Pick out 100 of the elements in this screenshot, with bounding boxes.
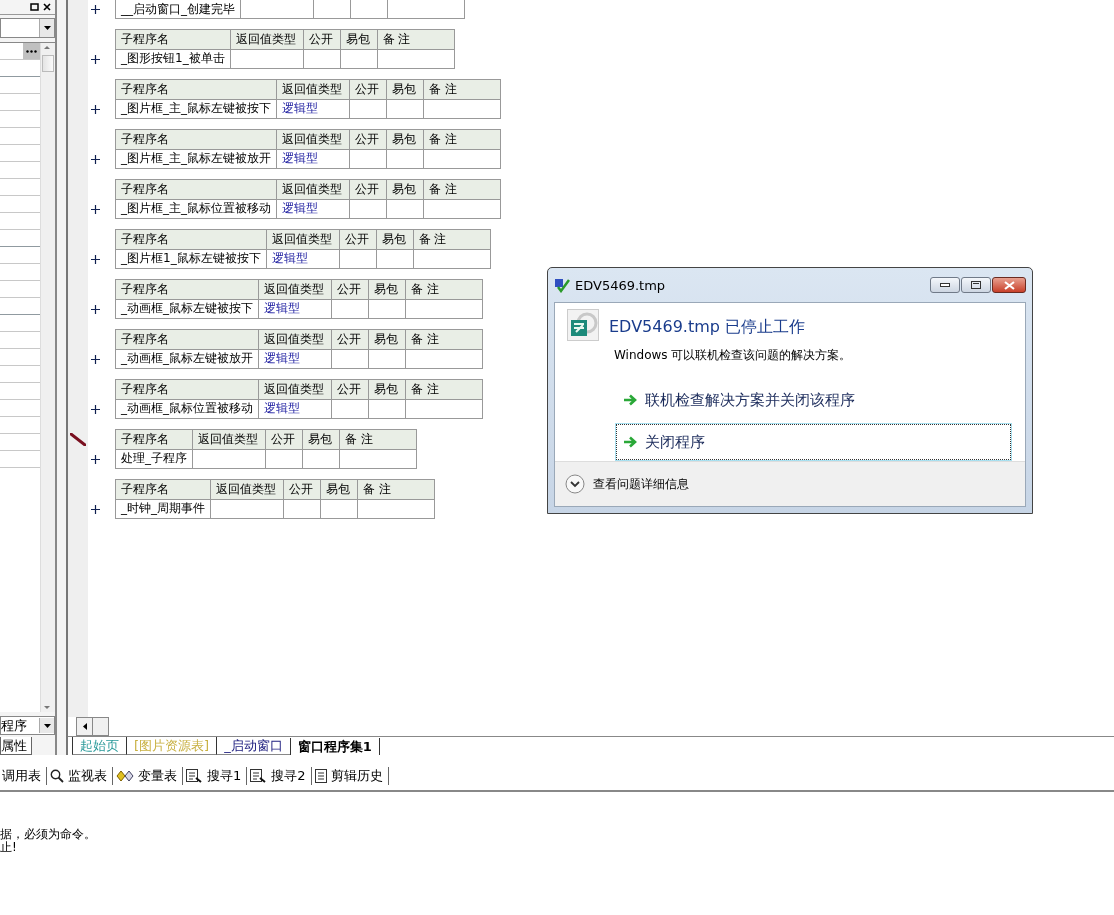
selector-dropdown[interactable]: 程序: [0, 716, 55, 735]
properties-tab[interactable]: 属性: [0, 737, 32, 755]
table-cell: _图片框_主_鼠标位置被移动: [115, 199, 277, 219]
editor-tab[interactable]: _启动窗口: [216, 737, 290, 755]
details-link[interactable]: 查看问题详细信息: [593, 475, 689, 493]
expand-icon[interactable]: [91, 454, 100, 464]
arrow-icon: [623, 436, 637, 448]
table-cell: _动画框_鼠标左键被按下: [115, 299, 259, 319]
table-cell: 逻辑型: [276, 149, 350, 169]
close-icon[interactable]: [42, 2, 52, 12]
table-cell: _图形按钮1_被单击: [115, 49, 231, 69]
column-header: 返回值类型: [258, 329, 332, 349]
column-header: 易包: [386, 79, 424, 99]
column-header: 备 注: [423, 79, 501, 99]
close-button[interactable]: [992, 277, 1026, 293]
expand-icon[interactable]: [91, 54, 100, 64]
toolbar-button[interactable]: 监视表: [47, 767, 113, 785]
column-header: 返回值类型: [266, 229, 340, 249]
column-header: 易包: [302, 429, 340, 449]
table-cell: 逻辑型: [258, 349, 332, 369]
expand-icon[interactable]: [91, 304, 100, 314]
app-icon: [567, 309, 599, 341]
column-header: 备 注: [377, 29, 455, 49]
column-header: 公开: [331, 279, 369, 299]
column-header: 返回值类型: [192, 429, 266, 449]
editor-tab[interactable]: 起始页: [72, 737, 126, 755]
expand-icon[interactable]: [91, 204, 100, 214]
column-header: 子程序名: [115, 329, 259, 349]
column-header: 子程序名: [115, 129, 277, 149]
expand-icon[interactable]: [91, 354, 100, 364]
search-icon: [50, 769, 64, 783]
find-icon: [186, 769, 203, 783]
column-header: 易包: [376, 229, 414, 249]
column-header: 公开: [339, 229, 377, 249]
left-arrow-icon[interactable]: [82, 723, 87, 730]
column-header: 返回值类型: [276, 129, 350, 149]
app-small-icon: [554, 277, 570, 293]
table-cell: _动画框_鼠标位置被移动: [115, 399, 259, 419]
scrollbar[interactable]: [40, 43, 55, 712]
command-link[interactable]: 关闭程序: [616, 424, 1011, 460]
expand-icon[interactable]: [91, 104, 100, 114]
table-cell: _图片框_主_鼠标左键被按下: [115, 99, 277, 119]
horizontal-scrollbar[interactable]: [76, 717, 109, 736]
expand-icon[interactable]: [91, 254, 100, 264]
toolbar-button[interactable]: 搜寻1: [183, 767, 248, 785]
maximize-button[interactable]: [961, 277, 991, 293]
toolbar-button[interactable]: 剪辑历史: [311, 767, 389, 785]
minimize-button[interactable]: [930, 277, 960, 293]
scroll-thumb[interactable]: [42, 55, 54, 72]
expand-icon[interactable]: [91, 4, 100, 14]
dropdown-arrow-icon: [43, 723, 51, 728]
column-header: 公开: [349, 179, 387, 199]
table-cell: 处理_子程序: [115, 449, 193, 469]
column-header: 易包: [320, 479, 358, 499]
editor-tab[interactable]: 窗口程序集1: [289, 738, 380, 755]
column-header: 备 注: [357, 479, 435, 499]
column-header: 子程序名: [115, 379, 259, 399]
ellipsis-icon: [26, 49, 37, 53]
arrow-icon: [623, 394, 637, 406]
column-header: 备 注: [413, 229, 491, 249]
column-header: 易包: [368, 329, 406, 349]
column-header: 子程序名: [115, 29, 231, 49]
table-cell: _动画框_鼠标左键被放开: [115, 349, 259, 369]
restore-icon[interactable]: [30, 2, 40, 12]
column-header: 备 注: [339, 429, 417, 449]
column-header: 子程序名: [115, 429, 193, 449]
column-header: 公开: [303, 29, 341, 49]
splitter[interactable]: [55, 0, 68, 755]
command-link[interactable]: 联机检查解决方案并关闭该程序: [616, 384, 1011, 416]
column-header: 易包: [368, 379, 406, 399]
toolbar-button[interactable]: 调用表: [0, 767, 47, 785]
minimize-icon: [940, 283, 950, 287]
table-cell: 逻辑型: [266, 249, 340, 269]
expand-chevron-icon[interactable]: [565, 474, 585, 494]
table-cell: _时钟_周期事件: [115, 499, 211, 519]
column-header: 返回值类型: [230, 29, 304, 49]
window-title: EDV5469.tmp: [575, 277, 667, 293]
expand-icon[interactable]: [91, 154, 100, 164]
ellipsis-button[interactable]: [23, 43, 40, 59]
document-icon: [314, 769, 327, 783]
column-header: 返回值类型: [258, 379, 332, 399]
toolbar-button[interactable]: 变量表: [113, 767, 183, 785]
maximize-icon: [971, 281, 981, 289]
diamonds-icon: [116, 770, 134, 782]
find-icon: [250, 769, 268, 783]
table-cell: _图片框_主_鼠标左键被放开: [115, 149, 277, 169]
table-cell: _图片框1_鼠标左键被按下: [115, 249, 267, 269]
column-header: 公开: [349, 79, 387, 99]
column-header: 子程序名: [115, 79, 277, 99]
column-header: 子程序名: [115, 179, 277, 199]
column-header: 返回值类型: [276, 179, 350, 199]
dialog-message: Windows 可以联机检查该问题的解决方案。: [614, 347, 852, 364]
toolbar-button[interactable]: 搜寻2: [247, 767, 312, 785]
expand-icon[interactable]: [91, 504, 100, 514]
combo-box[interactable]: [0, 18, 55, 38]
expand-icon[interactable]: [91, 404, 100, 414]
column-header: 公开: [349, 129, 387, 149]
column-header: 子程序名: [115, 229, 267, 249]
column-header: 返回值类型: [210, 479, 284, 499]
column-header: 公开: [331, 329, 369, 349]
